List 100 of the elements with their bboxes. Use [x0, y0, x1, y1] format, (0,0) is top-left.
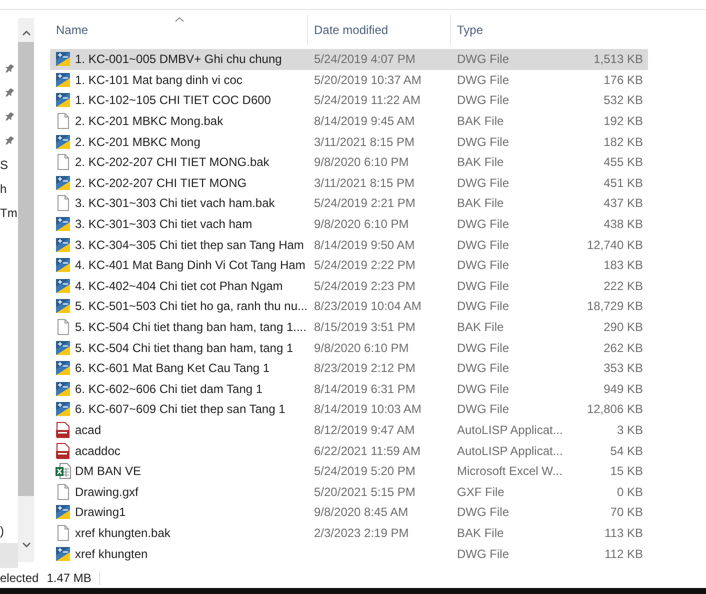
- drawing-file-icon: [55, 340, 71, 356]
- file-name: 4. KC-402~404 Chi tiet cot Phan Ngam: [75, 278, 283, 293]
- scrollbar[interactable]: [18, 18, 34, 562]
- file-size: 112 KB: [604, 546, 643, 561]
- column-header[interactable]: Type: [451, 15, 559, 45]
- file-size: 451 KB: [604, 176, 643, 190]
- file-name: 1. KC-001~005 DMBV+ Ghi chu chung: [75, 52, 282, 66]
- file-size: 15 KB: [610, 464, 643, 478]
- file-row[interactable]: xref khungten DWG File 112 KB: [50, 543, 648, 564]
- file-name: acad: [75, 422, 102, 437]
- file-row[interactable]: 2. KC-202-207 CHI TIET MONG 3/11/2021 8:15 PM DWG File 451 KB: [50, 172, 648, 194]
- pin-icon[interactable]: [4, 64, 14, 74]
- spreadsheet-file-icon: [55, 463, 71, 480]
- file-type: DWG File: [457, 93, 509, 108]
- date-modified: 5/24/2019 4:07 PM: [314, 52, 416, 66]
- date-modified: 5/20/2019 10:37 AM: [314, 72, 422, 87]
- drawing-file-icon: [55, 546, 71, 562]
- nav-item[interactable]: S: [0, 158, 8, 172]
- pin-icon[interactable]: [4, 136, 14, 146]
- pin-icon[interactable]: [4, 88, 14, 98]
- file-row[interactable]: 3. KC-301~303 Chi tiet vach ham 9/8/2020 6:10 PM DWG File 438 KB: [50, 214, 648, 234]
- drawing-file-icon: [55, 174, 71, 191]
- file-size: 532 KB: [604, 93, 643, 108]
- file-type: BAK File: [457, 155, 504, 170]
- pin-icon[interactable]: [4, 112, 14, 122]
- file-name: 2. KC-201 MBKC Mong: [75, 134, 200, 149]
- file-name: 6. KC-601 Mat Bang Ket Cau Tang 1: [75, 361, 270, 376]
- drawing-file-icon: [55, 298, 71, 314]
- file-name: 5. KC-504 Chi tiet thang ban ham, tang 1: [75, 340, 294, 355]
- file-name: 3. KC-304~305 Chi tiet thep san Tang Ham: [75, 238, 304, 252]
- file-row[interactable]: 4. KC-401 Mat Bang Dinh Vi Cot Tang Ham 5/24/2019 2:22 PM DWG File 183 KB: [50, 254, 648, 276]
- file-size: 437 KB: [604, 196, 643, 210]
- file-row[interactable]: 2. KC-202-207 CHI TIET MONG.bak 9/8/2020 6:10 PM BAK File 455 KB: [50, 152, 648, 173]
- date-modified: 3/11/2021 8:15 PM: [314, 176, 415, 190]
- file-row[interactable]: 4. KC-402~404 Chi tiet cot Phan Ngam 5/24/2019 2:23 PM DWG File 222 KB: [50, 276, 648, 296]
- scroll-down-icon[interactable]: [22, 542, 30, 548]
- file-row[interactable]: xref khungten.bak 2/3/2023 2:19 PM BAK File 113 KB: [50, 522, 648, 544]
- file-type: DWG File: [457, 505, 509, 520]
- file-type: BAK File: [457, 320, 504, 334]
- blank-file-icon: [55, 154, 71, 170]
- file-row[interactable]: 2. KC-201 MBKC Mong 3/11/2021 8:15 PM DWG File 182 KB: [50, 131, 648, 152]
- file-type: DWG File: [457, 382, 509, 396]
- date-modified: 5/24/2019 2:22 PM: [314, 258, 416, 272]
- lisp-file-icon: [55, 422, 71, 438]
- file-row[interactable]: acad 8/12/2019 9:47 AM AutoLISP Applicat... 3 KB: [50, 420, 648, 440]
- date-modified: 5/24/2019 5:20 PM: [314, 464, 416, 478]
- file-name: 2. KC-202-207 CHI TIET MONG.bak: [75, 155, 270, 170]
- file-size: 70 KB: [610, 505, 643, 520]
- drawing-file-icon: [55, 216, 71, 232]
- file-name: 1. KC-102~105 CHI TIET COC D600: [75, 93, 271, 108]
- file-row[interactable]: 3. KC-301~303 Chi tiet vach ham.bak 5/24/2019 2:21 PM BAK File 437 KB: [50, 193, 648, 214]
- file-row[interactable]: 6. KC-602~606 Chi tiet dam Tang 1 8/14/2019 6:31 PM DWG File 949 KB: [50, 378, 648, 400]
- file-row[interactable]: 5. KC-504 Chi tiet thang ban ham, tang 1 9/8/2020 6:10 PM DWG File 262 KB: [50, 337, 648, 358]
- drawing-file-icon: [55, 51, 71, 68]
- file-type: DWG File: [457, 217, 509, 232]
- drawing-file-icon: [55, 360, 71, 376]
- nav-item[interactable]: h: [0, 182, 7, 196]
- drawing-file-icon: [55, 380, 71, 397]
- file-type: Microsoft Excel W...: [457, 464, 562, 478]
- file-row[interactable]: 2. KC-201 MBKC Mong.bak 8/14/2019 9:45 AM BAK File 192 KB: [50, 110, 648, 132]
- file-row[interactable]: Drawing1 9/8/2020 8:45 AM DWG File 70 KB: [50, 502, 648, 523]
- drawing-file-icon: [55, 92, 71, 108]
- file-name: xref khungten.bak: [75, 526, 170, 540]
- file-row[interactable]: DM BAN VE 5/24/2019 5:20 PM Microsoft Excel W... 15 KB: [50, 460, 648, 482]
- file-row[interactable]: 1. KC-102~105 CHI TIET COC D600 5/24/2019 11:22 AM DWG File 532 KB: [50, 90, 648, 111]
- file-size: 183 KB: [604, 258, 643, 272]
- date-modified: 8/15/2019 3:51 PM: [314, 320, 416, 334]
- file-row[interactable]: 5. KC-501~503 Chi tiet ho ga, ranh thu nu... 8/23/2019 10:04 AM DWG File 18,729 KB: [50, 296, 648, 317]
- file-size: 222 KB: [604, 278, 643, 293]
- file-row[interactable]: acaddoc 6/22/2021 11:59 AM AutoLISP Applicat... 54 KB: [50, 440, 648, 461]
- drawing-file-icon: [55, 72, 71, 88]
- file-name: xref khungten: [75, 546, 148, 561]
- date-modified: 9/8/2020 6:10 PM: [314, 340, 409, 355]
- file-type: DWG File: [457, 134, 509, 149]
- nav-item[interactable]: ): [0, 524, 4, 538]
- file-name: 5. KC-504 Chi tiet thang ban ham, tang 1....: [75, 320, 306, 334]
- nav-item[interactable]: Tm: [0, 206, 18, 220]
- file-name: 6. KC-602~606 Chi tiet dam Tang 1: [75, 382, 263, 396]
- file-type: AutoLISP Applicat...: [457, 422, 563, 437]
- file-type: DWG File: [457, 278, 509, 293]
- file-row[interactable]: 1. KC-001~005 DMBV+ Ghi chu chung 5/24/2019 4:07 PM DWG File 1,513 KB: [50, 49, 648, 70]
- file-type: DWG File: [457, 258, 509, 272]
- file-type: GXF File: [457, 484, 504, 499]
- file-row[interactable]: 6. KC-607~609 Chi tiet thep san Tang 1 8/14/2019 10:03 AM DWG File 12,806 KB: [50, 399, 648, 420]
- file-type: BAK File: [457, 114, 504, 128]
- column-header[interactable]: Date modified: [308, 15, 451, 45]
- drawing-file-icon: [55, 401, 71, 418]
- file-row[interactable]: Drawing.gxf 5/20/2021 5:15 PM GXF File 0 KB: [50, 481, 648, 502]
- file-row[interactable]: 5. KC-504 Chi tiet thang ban ham, tang 1.... 8/15/2019 3:51 PM BAK File 290 KB: [50, 316, 648, 338]
- file-size: 113 KB: [604, 526, 643, 540]
- file-row[interactable]: 6. KC-601 Mat Bang Ket Cau Tang 1 8/23/2019 2:12 PM DWG File 353 KB: [50, 358, 648, 378]
- column-header[interactable]: Name: [50, 15, 308, 45]
- date-modified: 9/8/2020 6:10 PM: [314, 217, 409, 232]
- file-size: 262 KB: [604, 340, 643, 355]
- file-row[interactable]: 1. KC-101 Mat bang dinh vi coc 5/20/2019 10:37 AM DWG File 176 KB: [50, 70, 648, 90]
- scroll-up-icon[interactable]: [22, 30, 30, 36]
- file-size: 176 KB: [604, 72, 643, 87]
- file-row[interactable]: 3. KC-304~305 Chi tiet thep san Tang Ham 8/14/2019 9:50 AM DWG File 12,740 KB: [50, 234, 648, 255]
- file-type: DWG File: [457, 546, 509, 561]
- file-size: 438 KB: [604, 217, 643, 232]
